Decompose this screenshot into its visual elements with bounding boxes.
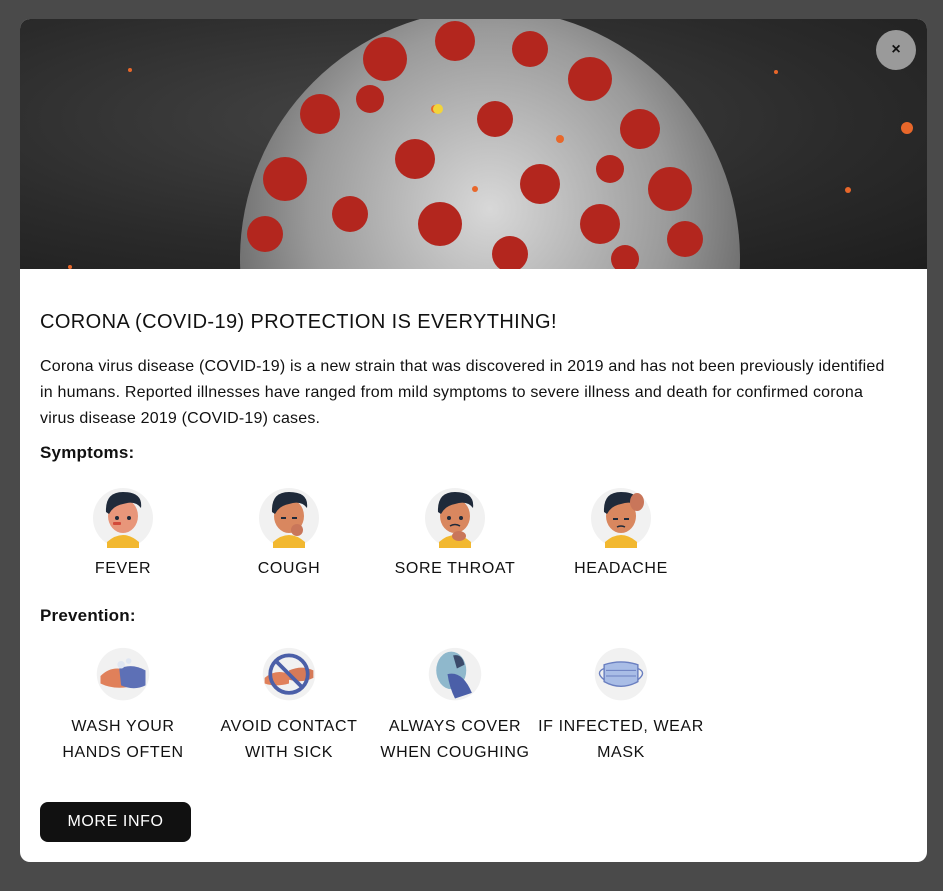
prevention-label: AVOID CONTACT WITH SICK [220, 718, 358, 761]
symptom-item-cough: COUGH [206, 484, 372, 582]
fever-icon [93, 488, 153, 548]
prevention-item-wash-hands: WASH YOUR HANDS OFTEN [40, 646, 206, 766]
info-modal: × CORONA (COVID-19) PROTECTION IS EVERYT… [20, 19, 927, 862]
cough-icon [259, 488, 319, 548]
headache-icon [591, 488, 651, 548]
more-info-button[interactable]: MORE INFO [40, 802, 191, 842]
avoid-contact-icon [262, 647, 316, 701]
symptom-label: SORE THROAT [394, 560, 516, 577]
prevention-item-wear-mask: IF INFECTED, WEAR MASK [538, 646, 704, 766]
sore-throat-icon [425, 488, 485, 548]
symptom-item-headache: HEADACHE [538, 484, 704, 582]
modal-description: Corona virus disease (COVID-19) is a new… [40, 358, 885, 427]
virus-hero-image: × [20, 19, 927, 269]
modal-title: CORONA (COVID-19) PROTECTION IS EVERYTHI… [40, 311, 557, 333]
mask-icon [594, 647, 648, 701]
symptom-item-fever: FEVER [40, 484, 206, 582]
prevention-heading: Prevention: [40, 606, 136, 625]
symptom-label: COUGH [257, 560, 321, 577]
prevention-label: IF INFECTED, WEAR MASK [538, 718, 704, 761]
symptoms-heading: Symptoms: [40, 443, 135, 462]
prevention-label: ALWAYS COVER WHEN COUGHING [380, 718, 530, 761]
prevention-label: WASH YOUR HANDS OFTEN [62, 718, 184, 761]
wash-hands-icon [96, 647, 150, 701]
symptom-label: HEADACHE [574, 560, 668, 577]
prevention-item-cover-cough: ALWAYS COVER WHEN COUGHING [372, 646, 538, 766]
symptom-label: FEVER [94, 560, 152, 577]
close-button[interactable]: × [876, 30, 916, 70]
cover-cough-icon [428, 647, 482, 701]
prevention-grid: WASH YOUR HANDS OFTEN AVOID CONTACT WITH… [40, 646, 704, 766]
symptom-item-sore-throat: SORE THROAT [372, 484, 538, 582]
symptoms-grid: FEVER COUGH SORE THROAT HEADACHE [40, 484, 704, 582]
prevention-item-avoid-contact: AVOID CONTACT WITH SICK [206, 646, 372, 766]
